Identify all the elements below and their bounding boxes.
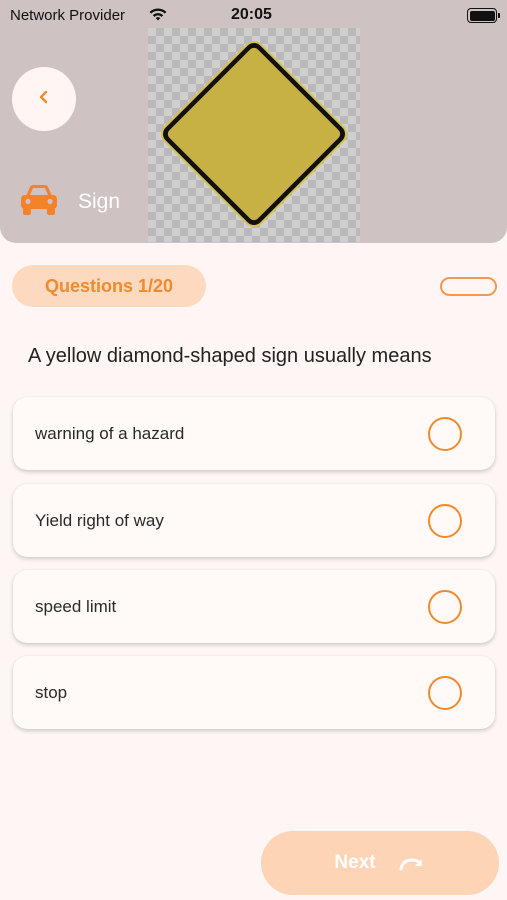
radio-button[interactable]	[428, 503, 462, 538]
answer-option[interactable]: Yield right of way	[13, 484, 495, 557]
question-counter: Questions 1/20	[12, 265, 206, 307]
category-label: Sign	[78, 190, 121, 213]
next-button[interactable]: Next	[261, 831, 499, 895]
option-label: Yield right of way	[35, 510, 164, 530]
car-icon	[19, 182, 59, 223]
status-bar: Network Provider 20:05	[0, 0, 507, 30]
option-label: warning of a hazard	[35, 423, 185, 443]
back-button[interactable]	[12, 67, 76, 131]
option-label: stop	[35, 682, 68, 702]
radio-button[interactable]	[428, 416, 462, 451]
answer-option[interactable]: speed limit	[13, 570, 495, 643]
option-label: speed limit	[35, 596, 117, 616]
network-provider: Network Provider	[10, 7, 126, 24]
category: Sign	[19, 182, 120, 222]
sign-image	[148, 28, 360, 242]
header: Network Provider 20:05 Sign	[0, 0, 507, 243]
battery-icon	[467, 8, 500, 23]
question-text: A yellow diamond-shaped sign usually mea…	[28, 345, 432, 367]
answer-option[interactable]: stop	[13, 656, 495, 729]
redo-arrow-icon	[398, 854, 426, 872]
clock: 20:05	[231, 6, 272, 23]
next-label: Next	[334, 852, 376, 873]
answer-option[interactable]: warning of a hazard	[13, 397, 495, 470]
radio-button[interactable]	[428, 589, 462, 624]
progress-pill	[440, 277, 497, 296]
wifi-icon	[148, 6, 168, 26]
radio-button[interactable]	[428, 675, 462, 710]
chevron-left-icon	[37, 88, 51, 111]
